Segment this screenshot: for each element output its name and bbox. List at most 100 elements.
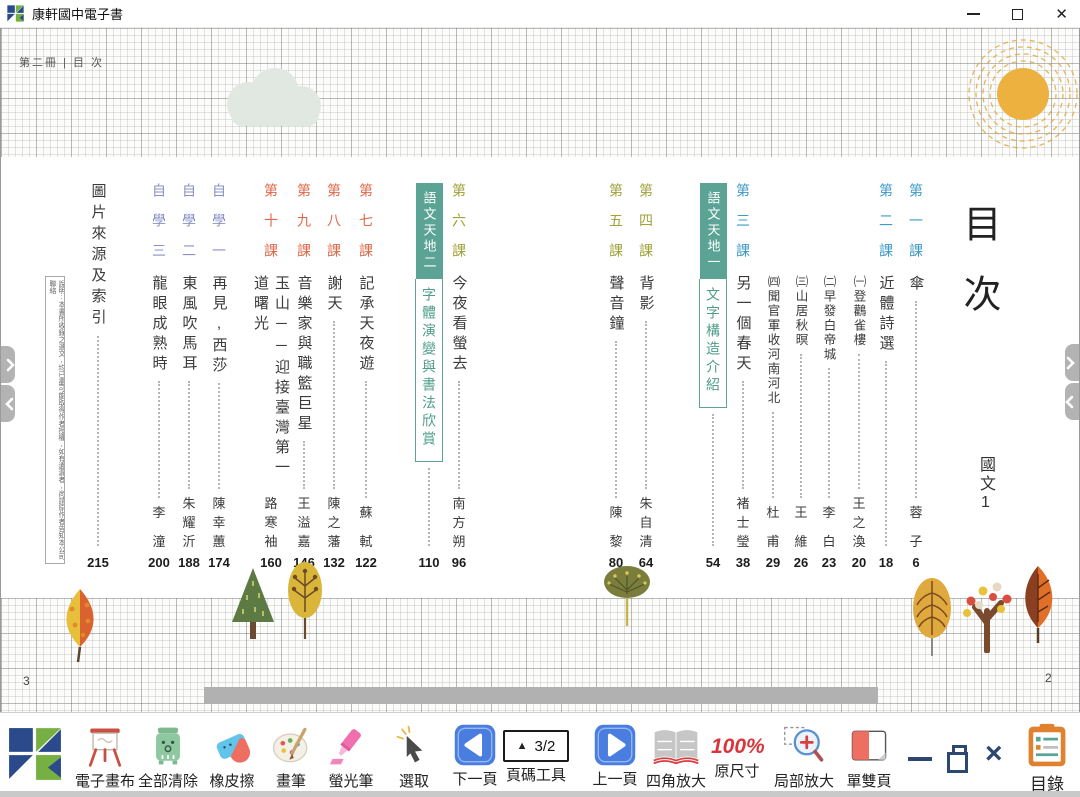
- toc-entry[interactable]: ㈣聞官軍收河南河北杜甫29: [758, 183, 788, 570]
- dotted-leader: [188, 381, 190, 489]
- toc-section-ribbon: 語文天地二: [416, 183, 443, 279]
- toc-entry[interactable]: 第七課記承天夜遊蘇軾122: [351, 183, 381, 570]
- toc-entry[interactable]: 第九課音樂家與職籃巨星王溢嘉146: [289, 183, 319, 570]
- toc-entry-title: 東風吹馬耳: [179, 275, 200, 375]
- copyright-note: 說明:本書所收錄之選文,均已盡可能取得作者授權,如有遺漏者,尚請原作者告知本公司…: [45, 276, 65, 564]
- toc-lesson-label: 自學一: [209, 183, 229, 275]
- dotted-leader: [428, 468, 430, 546]
- toc-entry-author: 李潼: [152, 502, 165, 550]
- chevron-left-icon: [5, 397, 15, 411]
- toc-entry-author: 朱自清: [639, 493, 652, 550]
- page-nav-forward-right[interactable]: [1065, 344, 1079, 381]
- toc-entry-title: 音樂家與職籃巨星: [294, 275, 315, 435]
- toc-entry[interactable]: 第三課另一個春天褚士瑩38: [728, 183, 758, 570]
- toolbar-canvas-button[interactable]: 電子畫布: [73, 723, 137, 791]
- toc-entry-title: 今夜看螢去: [449, 275, 470, 375]
- toolbar-prev-page-button[interactable]: 上一頁: [589, 723, 641, 789]
- dotted-leader: [303, 441, 305, 489]
- toolbar-toc-button[interactable]: 目錄: [1020, 723, 1074, 795]
- toc-entry[interactable]: 第六課今夜看螢去南方朔96: [444, 183, 474, 570]
- toc-entry-page: 6: [912, 550, 919, 570]
- eraser-icon: [209, 723, 255, 769]
- toc-lesson-label: 自學二: [179, 183, 199, 275]
- toolbar-single-double-button[interactable]: 單雙頁: [843, 723, 895, 791]
- toolbar-clear-all-button[interactable]: 全部清除: [136, 723, 200, 791]
- toc-entry-title: 另一個春天: [733, 275, 754, 375]
- toolbar-corner-zoom-button[interactable]: 四角放大: [644, 723, 708, 791]
- toc-entry[interactable]: ㈢山居秋暝王維26: [786, 183, 816, 570]
- toolbar-minimize-icon[interactable]: [908, 757, 932, 761]
- page-indicator-value: 3/2: [535, 738, 556, 755]
- toolbar-label: 局部放大: [772, 770, 836, 791]
- toc-entry[interactable]: ㈠登鸛雀樓王之渙20: [844, 183, 874, 570]
- toc-entry[interactable]: ㈡早發白帝城李白23: [814, 183, 844, 570]
- toc-entry[interactable]: 自學三龍眼成熟時李潼200: [144, 183, 174, 570]
- toolbar-label: 單雙頁: [843, 770, 895, 791]
- dotted-leader: [97, 336, 99, 546]
- toc-entry-author: 陳之藩: [327, 493, 340, 550]
- toolbar-eraser-button[interactable]: 橡皮擦: [204, 723, 260, 791]
- page-title: 目次: [951, 204, 1006, 344]
- toolbar-label: 原尺寸: [711, 760, 763, 781]
- window-close-icon[interactable]: ✕: [1055, 7, 1068, 22]
- toc-entry-author: 路寒袖: [264, 493, 277, 550]
- toc-entry-page: 26: [794, 550, 808, 570]
- dotted-leader: [645, 321, 647, 489]
- toc-entry[interactable]: 第八課謝天陳之藩132: [319, 183, 349, 570]
- bottom-edge-strip: [0, 791, 1080, 797]
- toc-entry[interactable]: 第十課玉山──迎接臺灣第一道曙光路寒袖160: [256, 183, 286, 570]
- toc-lesson-label: 第四課: [636, 183, 656, 275]
- toc-entry[interactable]: 第二課近體詩選18: [871, 183, 901, 570]
- toc-lesson-label: 第五課: [606, 183, 626, 275]
- page-nav-back-right[interactable]: [1065, 383, 1079, 420]
- easel-icon: [82, 723, 128, 769]
- page-nav-back-left[interactable]: [1, 385, 15, 422]
- toc-entry-title: 傘: [906, 275, 927, 295]
- dotted-leader: [712, 414, 714, 546]
- toolbar-partial-zoom-button[interactable]: 局部放大: [772, 723, 836, 791]
- toc-entry[interactable]: 自學二東風吹馬耳朱耀沂188: [174, 183, 204, 570]
- toc-entry-author: 王溢嘉: [297, 493, 310, 550]
- toc-entry-title: ㈡早發白帝城: [820, 275, 839, 362]
- toc-entry-title: 謝天: [324, 275, 345, 315]
- toc-entry[interactable]: 語文天地二字體演變與書法欣賞110: [414, 183, 444, 570]
- toc-entry-page: 54: [706, 550, 720, 570]
- toolbar-next-page-button[interactable]: 下一頁: [449, 723, 501, 789]
- toc-lesson-label: 第九課: [294, 183, 314, 275]
- dotted-leader: [158, 381, 160, 498]
- cursor-select-icon: [392, 723, 438, 769]
- toc-entry-page: 29: [766, 550, 780, 570]
- window-minimize-icon[interactable]: [967, 13, 980, 15]
- tree-leaf-two-color-icon: [51, 585, 109, 663]
- toolbar-highlighter-button[interactable]: 螢光筆: [325, 723, 377, 791]
- horizontal-scrollbar[interactable]: [204, 687, 878, 704]
- grid-paper-top: [1, 28, 1079, 157]
- toc-entry-page: 20: [852, 550, 866, 570]
- toolbar-restore-icon[interactable]: [952, 745, 967, 760]
- toolbar-page-tool[interactable]: ▲ 3/2 頁碼工具: [501, 723, 571, 785]
- toc-entry[interactable]: 第四課背影朱自清64: [631, 183, 661, 570]
- kangxuan-logo-icon[interactable]: [8, 727, 62, 781]
- toc-entry[interactable]: 第一課傘蓉子6: [901, 183, 931, 570]
- toc-entry[interactable]: 語文天地一文字構造介紹54: [698, 183, 728, 570]
- tree-leaf-veins-icon: [909, 575, 955, 657]
- toolbar-label: 下一頁: [449, 768, 501, 789]
- toc-clipboard-icon: [1024, 723, 1070, 769]
- toolbar-select-button[interactable]: 選取: [392, 723, 436, 791]
- window-maximize-icon[interactable]: [1012, 9, 1023, 20]
- toc-entry-author: 蘇軾: [359, 502, 372, 550]
- toc-entry[interactable]: 第五課聲音鐘陳黎80: [601, 183, 631, 570]
- toc-lesson-label: 第七課: [356, 183, 376, 275]
- chevron-right-icon: [1065, 356, 1075, 370]
- toolbar-original-size-button[interactable]: 100% 原尺寸: [711, 723, 763, 781]
- toc-entry[interactable]: 自學一再見,西莎陳幸蕙174: [204, 183, 234, 570]
- dotted-leader: [365, 381, 367, 498]
- toolbar-close-icon[interactable]: ×: [985, 743, 1003, 765]
- toc-entry-page: 18: [879, 550, 893, 570]
- toc-entry[interactable]: 圖片來源及索引215: [83, 183, 113, 570]
- page-nav-forward-left[interactable]: [1, 346, 15, 383]
- breadcrumb: 第二冊 | 目 次: [19, 54, 104, 70]
- left-page-number: 3: [23, 674, 30, 688]
- page-number-box[interactable]: ▲ 3/2: [503, 730, 569, 762]
- toolbar-brush-button[interactable]: 畫筆: [269, 723, 313, 791]
